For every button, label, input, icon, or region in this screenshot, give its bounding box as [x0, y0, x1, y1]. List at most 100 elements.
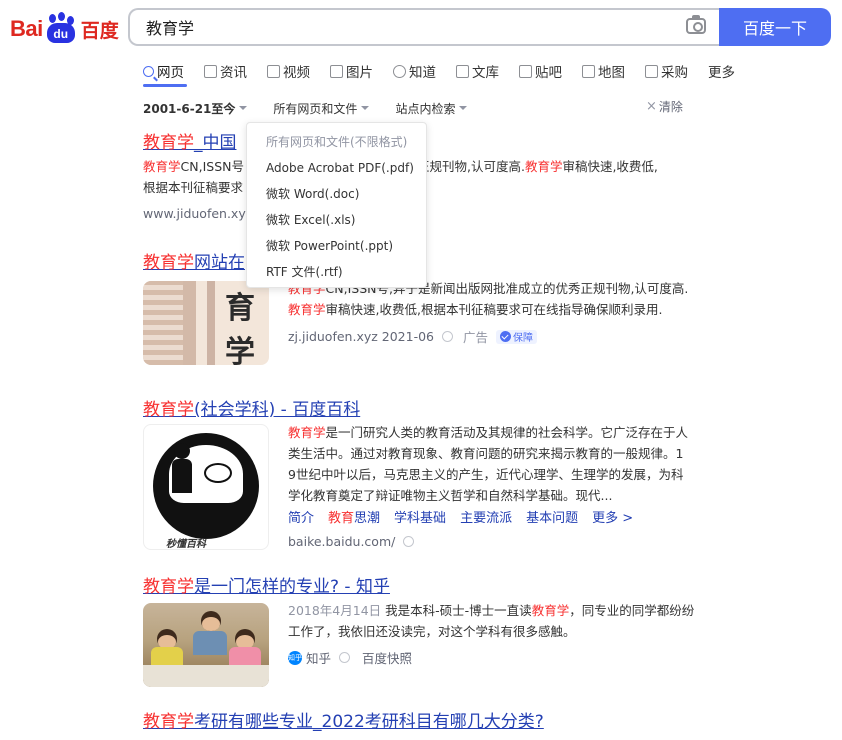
info-icon[interactable] — [339, 652, 351, 663]
title-text: (社会学科) - 百度百科 — [194, 400, 361, 420]
dropdown-item-ppt[interactable]: 微软 PowerPoint(.ppt) — [247, 233, 426, 259]
check-icon — [500, 331, 512, 342]
url-text: zj.jiduofen.xyz 2021-06 — [288, 329, 435, 344]
result-3-thumbnail[interactable]: 秒懂百科 — [143, 424, 269, 550]
filetype-filter[interactable]: 所有网页和文件 — [273, 98, 370, 118]
filetype-dropdown: 所有网页和文件(不限格式) Adobe Acrobat PDF(.pdf) 微软… — [246, 122, 427, 288]
site-filter-label: 站点内检索 — [395, 101, 456, 116]
dropdown-item-xls[interactable]: 微软 Excel(.xls) — [247, 207, 426, 233]
tab-label: 文库 — [472, 65, 499, 81]
result-4-title[interactable]: 教育学是一门怎样的专业? - 知乎 — [143, 572, 390, 597]
tab-more[interactable]: 更多 — [708, 58, 735, 84]
result-4-thumbnail[interactable] — [143, 603, 269, 687]
ad-label: 广告 — [463, 330, 489, 345]
map-icon — [582, 64, 595, 78]
tab-purchase[interactable]: 采购 — [645, 58, 688, 84]
tab-zhidao[interactable]: 知道 — [393, 58, 436, 84]
sitelink[interactable]: 简介 — [288, 507, 314, 526]
abstract-highlight: 教育学 — [288, 302, 326, 317]
clear-filters-button[interactable]: × 清除 — [646, 98, 683, 115]
dropdown-item-pdf[interactable]: Adobe Acrobat PDF(.pdf) — [247, 155, 426, 181]
sitelink[interactable]: 基本问题 — [526, 507, 578, 526]
result-4-source[interactable]: 知乎 知乎 百度快照 — [288, 648, 412, 667]
doc-icon — [456, 64, 469, 78]
abstract-highlight: 教育学 — [531, 603, 570, 618]
search-box — [128, 8, 720, 46]
info-icon[interactable] — [442, 331, 454, 342]
sitelink-text: 思潮 — [354, 511, 381, 526]
caret-down-icon — [239, 106, 248, 110]
tab-tieba[interactable]: 贴吧 — [519, 58, 562, 84]
result-2-url[interactable]: zj.jiduofen.xyz 2021-06 广告 保障 — [288, 327, 538, 346]
abstract-highlight: 教育学 — [288, 425, 326, 440]
close-icon: × — [646, 99, 657, 114]
logo-du-text: du — [46, 23, 75, 43]
clear-label: 清除 — [658, 100, 683, 114]
title-highlight: 教育学 — [143, 712, 194, 732]
paw-icon: du — [44, 12, 78, 44]
abstract-text: 审稿快速,收费低, — [562, 159, 658, 174]
tab-map[interactable]: 地图 — [582, 58, 625, 84]
filetype-filter-label: 所有网页和文件 — [273, 101, 358, 116]
abstract-text: 审稿快速,收费低,根据本刊征稿要求可在线指导确保顺利录用. — [325, 302, 663, 317]
url-text: www.jiduofen.xyz — [143, 206, 253, 221]
tab-label: 贴吧 — [535, 65, 562, 81]
thumbnail-logo-text: 秒懂百科 — [166, 539, 206, 550]
result-3-url[interactable]: baike.baidu.com/ — [288, 534, 415, 549]
title-highlight: 教育学 — [143, 400, 194, 420]
abstract-text: 工作了，我依旧还没读完，对这个学科有很多感触。 — [288, 624, 576, 639]
caret-down-icon — [361, 106, 370, 110]
result-5-title[interactable]: 教育学考研有哪些专业_2022考研科目有哪几大分类? — [143, 707, 544, 732]
tab-label: 采购 — [661, 65, 688, 81]
zhihu-icon: 知乎 — [288, 650, 302, 665]
dropdown-item-all[interactable]: 所有网页和文件(不限格式) — [247, 129, 426, 155]
tab-wenku[interactable]: 文库 — [456, 58, 499, 84]
camera-icon[interactable] — [686, 15, 706, 34]
sitelink-highlight: 教育 — [328, 511, 355, 526]
result-1-title[interactable]: 教育学_中国 — [143, 128, 237, 153]
tab-image[interactable]: 图片 — [330, 58, 373, 84]
dropdown-item-rtf[interactable]: RTF 文件(.rtf) — [247, 259, 426, 285]
abstract-text: 类生活中。通过对教育现象、教育问题的研究来揭示教育的一般规律。1 — [288, 446, 684, 461]
abstract-text: 我是本科-硕士-博士一直读 — [385, 603, 532, 618]
caret-down-icon — [459, 106, 468, 110]
search-button[interactable]: 百度一下 — [719, 8, 831, 46]
tab-news[interactable]: 资讯 — [204, 58, 247, 84]
sitelink[interactable]: 学科基础 — [394, 507, 446, 526]
tab-web[interactable]: 网页 — [143, 58, 184, 84]
abstract-highlight: 教育学 — [143, 159, 181, 174]
abstract-text: 9世纪中叶以后，马克思主义的产生，近代心理学、生理学的发展，为科 — [288, 467, 684, 482]
sitelink[interactable]: 教育思潮 — [328, 507, 380, 526]
tab-label: 图片 — [346, 65, 373, 81]
tab-video[interactable]: 视频 — [267, 58, 310, 84]
result-2-title[interactable]: 教育学网站在 — [143, 248, 245, 273]
question-icon — [393, 64, 406, 78]
search-icon — [143, 65, 154, 77]
site-filter[interactable]: 站点内检索 — [395, 98, 468, 118]
result-3-title[interactable]: 教育学(社会学科) - 百度百科 — [143, 395, 360, 420]
sitelink[interactable]: 主要流派 — [460, 507, 512, 526]
time-filter-label: 2001-6-21至今 — [143, 101, 236, 116]
time-filter[interactable]: 2001-6-21至今 — [143, 98, 248, 118]
result-1-url[interactable]: www.jiduofen.xyz — [143, 206, 252, 221]
guarantee-badge[interactable]: 保障 — [496, 329, 538, 344]
filter-bar: 2001-6-21至今 所有网页和文件 站点内检索 — [143, 98, 493, 118]
result-2-thumbnail[interactable]: 育学 — [143, 281, 269, 365]
tab-label: 更多 — [708, 65, 735, 81]
sitelink-more[interactable]: 更多 > — [592, 507, 633, 526]
date-text: 2018年4月14日 — [288, 603, 382, 618]
thumbnail-text: 育学 — [225, 291, 255, 365]
image-icon — [330, 64, 343, 78]
dropdown-item-doc[interactable]: 微软 Word(.doc) — [247, 181, 426, 207]
snapshot-link[interactable]: 百度快照 — [362, 648, 412, 667]
tab-label: 知道 — [409, 65, 436, 81]
video-icon — [267, 64, 280, 78]
search-tabs: 网页 资讯 视频 图片 知道 文库 贴吧 地图 采购 更多 — [143, 58, 755, 84]
abstract-text: CN,ISSN号 — [180, 159, 244, 174]
abstract-highlight: 教育学 — [524, 159, 563, 174]
baidu-logo[interactable]: Bai du 百度 — [10, 12, 119, 46]
search-input[interactable] — [130, 10, 650, 44]
abstract-text: 是一门研究人类的教育活动及其规律的社会科学。它广泛存在于人 — [325, 425, 689, 440]
info-icon[interactable] — [403, 536, 415, 547]
result-4-abstract: 2018年4月14日 我是本科-硕士-博士一直读教育学，同专业的同学都纷纷 工作… — [288, 600, 708, 642]
